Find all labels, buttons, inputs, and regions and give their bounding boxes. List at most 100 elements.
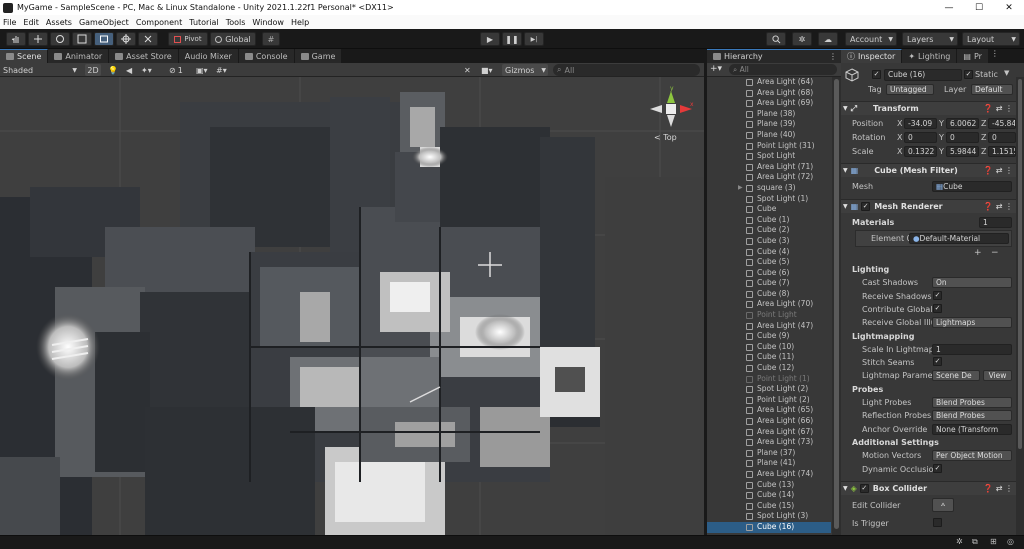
transform-tool-button[interactable]: [116, 32, 136, 46]
close-window-button[interactable]: ✕: [994, 3, 1024, 13]
shading-mode-dropdown[interactable]: Shaded ▼: [3, 64, 77, 76]
is-trigger-checkbox[interactable]: [933, 518, 942, 527]
tab-scene[interactable]: Scene: [0, 49, 49, 63]
hierarchy-item[interactable]: Cube (9): [707, 331, 831, 342]
grid-dropdown[interactable]: #▾: [216, 64, 227, 76]
hierarchy-item[interactable]: Cube (15): [707, 501, 831, 512]
static-dropdown[interactable]: ▼: [1004, 69, 1009, 77]
layout-dropdown[interactable]: Layout ▼: [962, 32, 1020, 46]
check-icon[interactable]: ◎: [1007, 537, 1014, 546]
materials-label[interactable]: Materials: [852, 218, 894, 227]
rotation-y-field[interactable]: 0: [946, 132, 979, 143]
cloud-button[interactable]: ☁: [818, 32, 838, 46]
tab-console[interactable]: Console: [238, 49, 295, 63]
play-button[interactable]: ▶: [480, 32, 500, 46]
camera-settings-dropdown[interactable]: ■▾: [481, 64, 493, 76]
hierarchy-item[interactable]: Cube (12): [707, 363, 831, 374]
hierarchy-item[interactable]: Area Light (69): [707, 98, 831, 109]
tab-inspector[interactable]: ⓘ Inspector: [841, 49, 903, 63]
materials-count-field[interactable]: 1: [979, 217, 1012, 228]
hidden-objects-toggle[interactable]: ⊘ 1: [169, 64, 183, 76]
tab-audio-mixer[interactable]: Audio Mixer: [178, 49, 239, 63]
network-icon[interactable]: ⧉: [972, 537, 978, 547]
hierarchy-item[interactable]: Plane (39): [707, 119, 831, 130]
component-help-icon[interactable]: ❓ ⇄ ⋮: [983, 484, 1013, 493]
object-active-checkbox[interactable]: ✓: [872, 70, 881, 79]
view-button[interactable]: View: [983, 370, 1012, 381]
stitch-seams-checkbox[interactable]: ✓: [933, 357, 942, 366]
tab-lighting[interactable]: ✦ Lighting: [902, 49, 958, 63]
box-collider-header[interactable]: ▼ ◈ ✓ Box Collider ❓ ⇄ ⋮: [841, 481, 1016, 495]
menu-assets[interactable]: Assets: [46, 18, 72, 27]
lighting-section-label[interactable]: Lighting: [852, 265, 889, 274]
hierarchy-scroll-thumb[interactable]: [834, 79, 839, 529]
gizmos-dropdown[interactable]: Gizmos ▼: [502, 64, 548, 76]
remove-material-button[interactable]: −: [991, 248, 999, 258]
layer-dropdown[interactable]: Default: [971, 84, 1013, 95]
cast-shadows-dropdown[interactable]: On: [932, 277, 1012, 288]
expand-arrow-icon[interactable]: ▶: [738, 183, 743, 194]
tag-dropdown[interactable]: Untagged: [886, 84, 934, 95]
hierarchy-item[interactable]: Plane (41): [707, 458, 831, 469]
hierarchy-item[interactable]: Area Light (70): [707, 299, 831, 310]
hierarchy-search-input[interactable]: ⌕ All: [729, 64, 837, 75]
inspector-scrollbar[interactable]: [1016, 77, 1024, 535]
hierarchy-item[interactable]: Cube (11): [707, 352, 831, 363]
account-dropdown[interactable]: Account ▼: [845, 32, 897, 46]
component-help-icon[interactable]: ❓ ⇄ ⋮: [983, 166, 1013, 175]
hierarchy-item[interactable]: ▶ square (3): [707, 183, 831, 194]
lighting-progress-icon[interactable]: ⊞: [990, 537, 997, 546]
orientation-gizmo[interactable]: y x < Top: [646, 85, 696, 143]
anchor-override-field[interactable]: None (Transform: [932, 424, 1012, 435]
tools-button[interactable]: ✕: [464, 64, 471, 76]
scale-tool-button[interactable]: [72, 32, 92, 46]
transform-header[interactable]: ▼ ⤢ Transform ❓ ⇄ ⋮: [841, 101, 1016, 115]
rotate-tool-button[interactable]: [50, 32, 70, 46]
mesh-filter-header[interactable]: ▼ ▦ Cube (Mesh Filter) ❓ ⇄ ⋮: [841, 163, 1016, 177]
scale-y-field[interactable]: 5.9844: [946, 146, 979, 157]
material-object-field[interactable]: ●Default-Material: [909, 233, 1009, 244]
hierarchy-item[interactable]: Cube (6): [707, 268, 831, 279]
receive-gi-dropdown[interactable]: Lightmaps: [932, 317, 1012, 328]
position-y-field[interactable]: 6.0062: [946, 118, 979, 129]
rotation-x-field[interactable]: 0: [904, 132, 937, 143]
hierarchy-item[interactable]: Area Light (72): [707, 172, 831, 183]
motion-vectors-dropdown[interactable]: Per Object Motion: [932, 450, 1012, 461]
hierarchy-item[interactable]: Cube: [707, 204, 831, 215]
hierarchy-item[interactable]: Spot Light (2): [707, 384, 831, 395]
hierarchy-item[interactable]: Area Light (47): [707, 321, 831, 332]
tab-asset-store[interactable]: Asset Store: [109, 49, 179, 63]
hierarchy-item[interactable]: Plane (38): [707, 109, 831, 120]
reflection-probes-dropdown[interactable]: Blend Probes: [932, 410, 1012, 421]
tab-project[interactable]: ▤ Pr: [957, 49, 989, 63]
dynamic-occlusion-checkbox[interactable]: ✓: [933, 464, 942, 473]
gizmo-view-label[interactable]: < Top: [654, 133, 677, 142]
hierarchy-item[interactable]: Area Light (68): [707, 88, 831, 99]
hierarchy-item[interactable]: Cube (3): [707, 236, 831, 247]
lightmap-params-dropdown[interactable]: Scene De: [932, 370, 980, 381]
hierarchy-item[interactable]: Cube (16): [707, 521, 831, 533]
edit-collider-button[interactable]: ⟑: [932, 498, 954, 512]
hierarchy-item[interactable]: Cube (1): [707, 215, 831, 226]
additional-settings-label[interactable]: Additional Settings: [852, 438, 939, 447]
collab-button[interactable]: ✲: [792, 32, 812, 46]
hand-tool-button[interactable]: [6, 32, 26, 46]
menu-edit[interactable]: Edit: [23, 18, 39, 27]
tab-animator[interactable]: Animator: [48, 49, 110, 63]
tab-game[interactable]: Game: [294, 49, 343, 63]
hierarchy-item[interactable]: Cube (2): [707, 225, 831, 236]
mesh-object-field[interactable]: ▦Cube: [932, 181, 1012, 192]
inspector-scroll-thumb[interactable]: [1018, 79, 1022, 449]
probes-section-label[interactable]: Probes: [852, 385, 883, 394]
step-button[interactable]: ▶|: [524, 32, 544, 46]
hierarchy-item[interactable]: Plane (40): [707, 130, 831, 141]
contribute-gi-checkbox[interactable]: ✓: [933, 304, 942, 313]
mesh-renderer-enabled-checkbox[interactable]: ✓: [861, 202, 871, 211]
custom-tool-button[interactable]: [138, 32, 158, 46]
hierarchy-item[interactable]: Spot Light (1): [707, 194, 831, 205]
rotation-z-field[interactable]: 0: [988, 132, 1016, 143]
hierarchy-item[interactable]: Spot Light (3): [707, 511, 831, 522]
layers-dropdown[interactable]: Layers ▼: [902, 32, 958, 46]
scale-z-field[interactable]: 1.1515: [988, 146, 1016, 157]
menu-tools[interactable]: Tools: [226, 18, 246, 27]
